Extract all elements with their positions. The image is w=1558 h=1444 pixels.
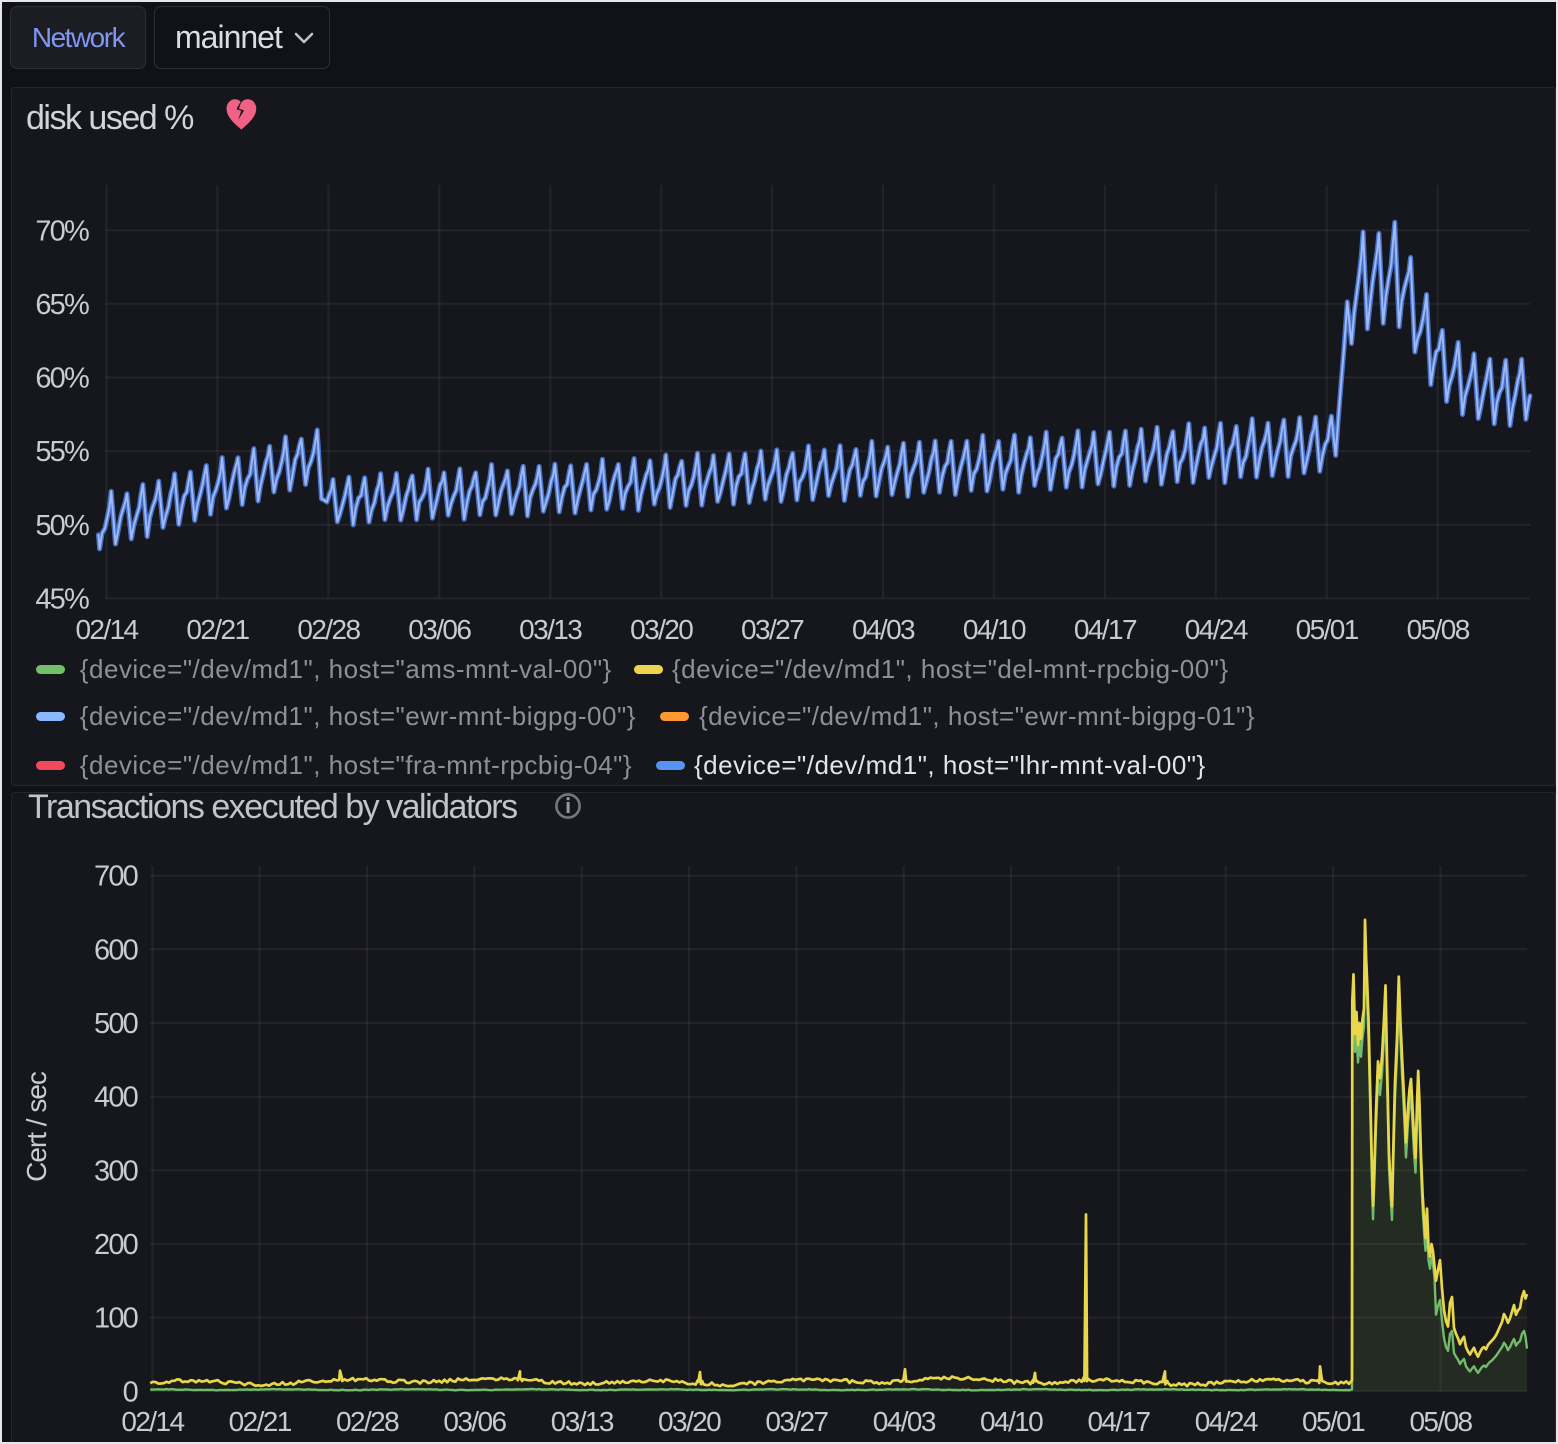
svg-text:400: 400 xyxy=(94,1082,138,1114)
svg-text:05/01: 05/01 xyxy=(1296,614,1359,645)
svg-text:04/10: 04/10 xyxy=(963,614,1026,645)
svg-text:55%: 55% xyxy=(35,436,89,468)
svg-text:02/28: 02/28 xyxy=(336,1406,399,1437)
svg-text:02/21: 02/21 xyxy=(186,614,249,645)
svg-text:60%: 60% xyxy=(35,363,89,395)
svg-text:200: 200 xyxy=(94,1229,138,1261)
svg-text:700: 700 xyxy=(94,861,138,893)
svg-text:02/14: 02/14 xyxy=(121,1406,184,1437)
svg-text:0: 0 xyxy=(123,1376,138,1408)
svg-text:05/08: 05/08 xyxy=(1409,1406,1472,1437)
svg-text:03/13: 03/13 xyxy=(519,614,582,645)
svg-text:03/06: 03/06 xyxy=(408,614,471,645)
svg-text:50%: 50% xyxy=(35,510,89,542)
svg-text:03/27: 03/27 xyxy=(741,614,804,645)
svg-text:Cert / sec: Cert / sec xyxy=(21,1071,52,1182)
svg-text:600: 600 xyxy=(94,934,138,966)
svg-text:04/17: 04/17 xyxy=(1087,1406,1150,1437)
svg-text:500: 500 xyxy=(94,1008,138,1040)
svg-text:300: 300 xyxy=(94,1155,138,1187)
svg-text:03/06: 03/06 xyxy=(443,1406,506,1437)
svg-text:03/13: 03/13 xyxy=(551,1406,614,1437)
svg-text:45%: 45% xyxy=(35,583,89,615)
svg-text:70%: 70% xyxy=(35,215,89,247)
svg-text:03/20: 03/20 xyxy=(658,1406,721,1437)
svg-text:03/20: 03/20 xyxy=(630,614,693,645)
svg-text:04/10: 04/10 xyxy=(980,1406,1043,1437)
svg-text:02/21: 02/21 xyxy=(229,1406,292,1437)
svg-text:100: 100 xyxy=(94,1303,138,1335)
svg-text:04/24: 04/24 xyxy=(1185,614,1248,645)
svg-text:04/17: 04/17 xyxy=(1074,614,1137,645)
svg-text:03/27: 03/27 xyxy=(765,1406,828,1437)
svg-text:04/24: 04/24 xyxy=(1195,1406,1258,1437)
svg-text:02/14: 02/14 xyxy=(75,614,138,645)
svg-text:04/03: 04/03 xyxy=(852,614,915,645)
svg-text:05/08: 05/08 xyxy=(1407,614,1470,645)
svg-text:04/03: 04/03 xyxy=(873,1406,936,1437)
svg-text:65%: 65% xyxy=(35,289,89,321)
svg-text:02/28: 02/28 xyxy=(297,614,360,645)
svg-text:05/01: 05/01 xyxy=(1302,1406,1365,1437)
